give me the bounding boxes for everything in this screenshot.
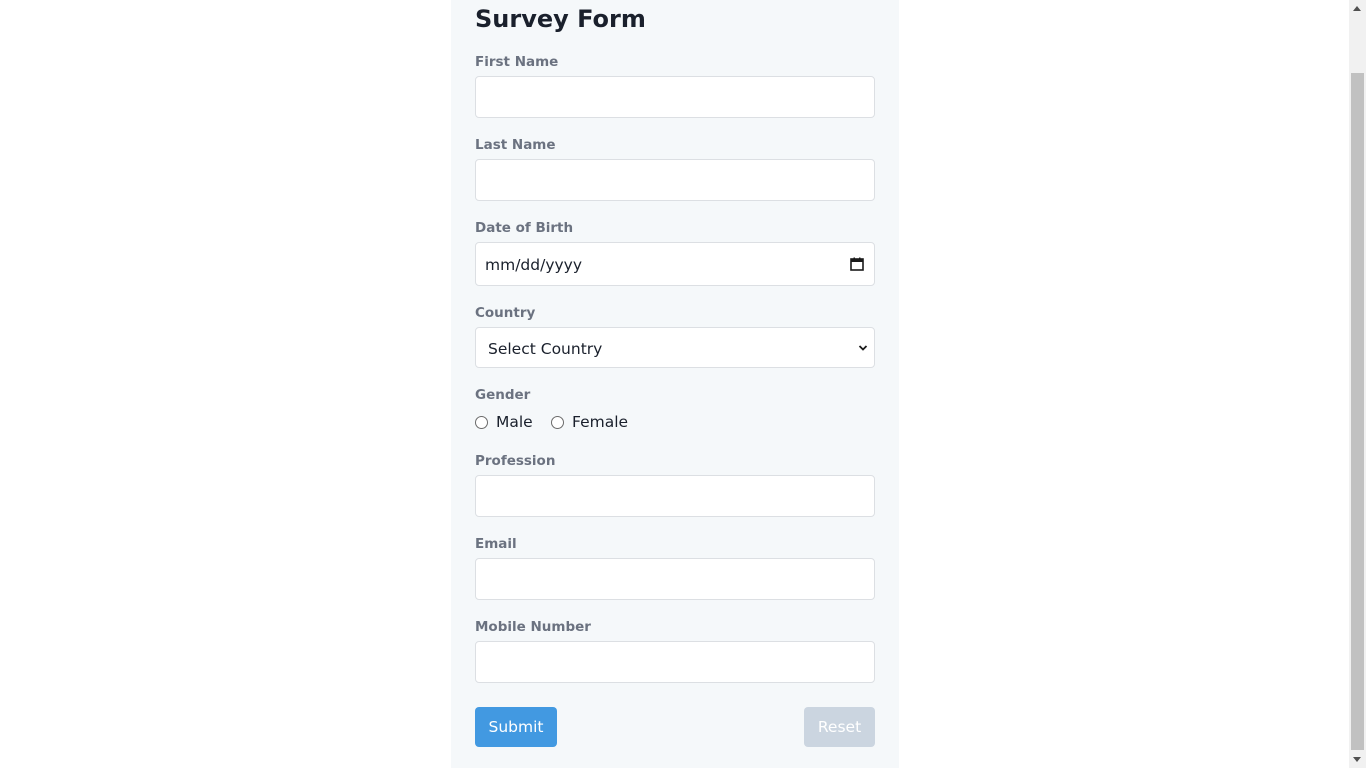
- scroll-up-icon[interactable]: [1353, 6, 1361, 11]
- reset-button[interactable]: Reset: [804, 707, 875, 747]
- scrollbar-thumb[interactable]: [1351, 73, 1364, 750]
- form-title: Survey Form: [475, 5, 646, 33]
- female-radio[interactable]: [551, 415, 564, 429]
- male-radio[interactable]: [475, 415, 488, 429]
- chevron-down-icon: [858, 345, 868, 351]
- email-input[interactable]: [475, 558, 875, 600]
- dob-label: Date of Birth: [475, 220, 574, 236]
- country-selected-value: Select Country: [488, 340, 603, 358]
- vertical-scrollbar[interactable]: [1349, 0, 1366, 768]
- mobile-number-label: Mobile Number: [475, 619, 591, 635]
- gender-label: Gender: [475, 387, 531, 403]
- dob-placeholder: mm/dd/yyyy: [485, 256, 583, 274]
- survey-form: Survey Form First Name Last Name Date of…: [451, 0, 899, 768]
- first-name-input[interactable]: [475, 76, 875, 118]
- mobile-number-input[interactable]: [475, 641, 875, 683]
- country-label: Country: [475, 305, 536, 321]
- dob-input[interactable]: mm/dd/yyyy: [475, 242, 875, 286]
- last-name-input[interactable]: [475, 159, 875, 201]
- profession-input[interactable]: [475, 475, 875, 517]
- profession-label: Profession: [475, 453, 556, 469]
- female-label: Female: [572, 413, 629, 431]
- country-select[interactable]: Select Country: [475, 327, 875, 368]
- submit-button[interactable]: Submit: [475, 707, 557, 747]
- scroll-down-icon[interactable]: [1353, 757, 1361, 762]
- page: Survey Form First Name Last Name Date of…: [0, 0, 1366, 768]
- gender-option-male[interactable]: Male: [475, 412, 533, 432]
- last-name-label: Last Name: [475, 137, 556, 153]
- male-label: Male: [496, 413, 533, 431]
- calendar-icon[interactable]: [850, 257, 864, 271]
- email-label: Email: [475, 536, 517, 552]
- gender-option-female[interactable]: Female: [551, 412, 628, 432]
- first-name-label: First Name: [475, 54, 559, 70]
